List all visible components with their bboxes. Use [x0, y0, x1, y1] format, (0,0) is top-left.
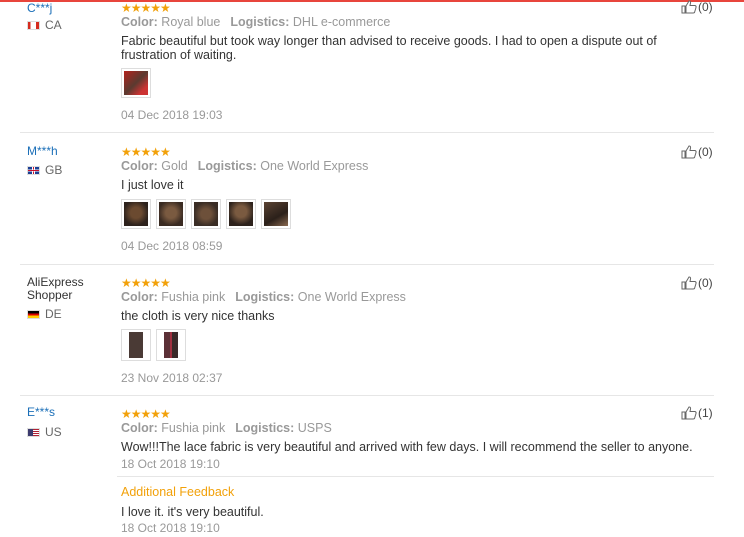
helpful-button[interactable]: (0): [681, 276, 713, 290]
review-date: 04 Dec 2018 08:59: [121, 239, 223, 253]
reviewer-country: US: [27, 425, 62, 439]
review-photo[interactable]: [156, 199, 186, 229]
country-code: GB: [45, 163, 63, 177]
flag-ca-icon: [27, 20, 40, 30]
flag-gb-icon: [27, 165, 40, 175]
review-photo[interactable]: [121, 68, 151, 98]
helpful-count: (1): [698, 406, 713, 420]
star-rating: ★★★★★: [121, 1, 171, 15]
review-photos: [121, 68, 151, 98]
star-rating: ★★★★★: [121, 407, 171, 421]
country-code: US: [45, 425, 62, 439]
helpful-button[interactable]: (0): [681, 0, 713, 14]
review-photo[interactable]: [121, 329, 151, 361]
country-code: CA: [45, 18, 62, 32]
additional-divider: [117, 476, 714, 477]
review-photo[interactable]: [156, 329, 186, 361]
order-info: Color: Royal blue Logistics: DHL e-commer…: [121, 15, 391, 29]
thumbs-up-icon: [681, 145, 697, 159]
order-info: Color: Gold Logistics: One World Express: [121, 159, 369, 173]
review-photos: [121, 199, 291, 229]
reviewer-name[interactable]: C***j: [27, 2, 107, 15]
additional-feedback-heading: Additional Feedback: [121, 485, 235, 499]
order-info: Color: Fushia pink Logistics: USPS: [121, 421, 332, 435]
review-text: Wow!!!The lace fabric is very beautiful …: [121, 440, 693, 454]
flag-de-icon: [27, 309, 40, 319]
review-photo[interactable]: [191, 199, 221, 229]
helpful-count: (0): [698, 0, 713, 14]
reviewer-country: DE: [27, 307, 62, 321]
review-date: 04 Dec 2018 19:03: [121, 108, 223, 122]
review-photo[interactable]: [226, 199, 256, 229]
star-rating: ★★★★★: [121, 145, 171, 159]
thumbs-up-icon: [681, 406, 697, 420]
review-date: 18 Oct 2018 19:10: [121, 457, 220, 471]
review-photos: [121, 329, 186, 361]
country-code: DE: [45, 307, 62, 321]
divider: [20, 132, 714, 133]
review-photo[interactable]: [261, 199, 291, 229]
reviewer-name[interactable]: M***h: [27, 145, 107, 158]
order-info: Color: Fushia pink Logistics: One World E…: [121, 290, 406, 304]
thumbs-up-icon: [681, 0, 697, 14]
review-photo[interactable]: [121, 199, 151, 229]
reviewer-country: GB: [27, 163, 62, 177]
additional-feedback-text: I love it. it's very beautiful.: [121, 505, 264, 519]
helpful-count: (0): [698, 145, 713, 159]
divider: [20, 395, 714, 396]
reviewer-name[interactable]: E***s: [27, 406, 107, 419]
helpful-count: (0): [698, 276, 713, 290]
review-text: I just love it: [121, 178, 184, 192]
helpful-button[interactable]: (0): [681, 145, 713, 159]
flag-us-icon: [27, 427, 40, 437]
reviewer-name[interactable]: AliExpress Shopper: [27, 276, 97, 302]
thumbs-up-icon: [681, 276, 697, 290]
additional-feedback-date: 18 Oct 2018 19:10: [121, 521, 220, 535]
star-rating: ★★★★★: [121, 276, 171, 290]
helpful-button[interactable]: (1): [681, 406, 713, 420]
top-accent-bar: [0, 0, 744, 2]
review-date: 23 Nov 2018 02:37: [121, 371, 223, 385]
review-text: the cloth is very nice thanks: [121, 309, 275, 323]
reviewer-country: CA: [27, 18, 62, 32]
review-text: Fabric beautiful but took way longer tha…: [121, 34, 657, 62]
divider: [20, 264, 714, 265]
